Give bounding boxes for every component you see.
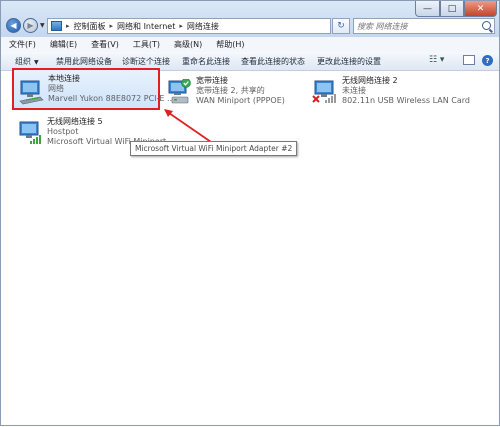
tooltip: Microsoft Virtual WiFi Miniport Adapter … bbox=[130, 141, 298, 156]
explorer-window: — □ ✕ ◀ ▶ ▼ ▸ 控制面板 ▸ 网络和 Internet ▸ 网络连接… bbox=[0, 0, 500, 426]
annotation-arrow-icon bbox=[164, 109, 212, 143]
